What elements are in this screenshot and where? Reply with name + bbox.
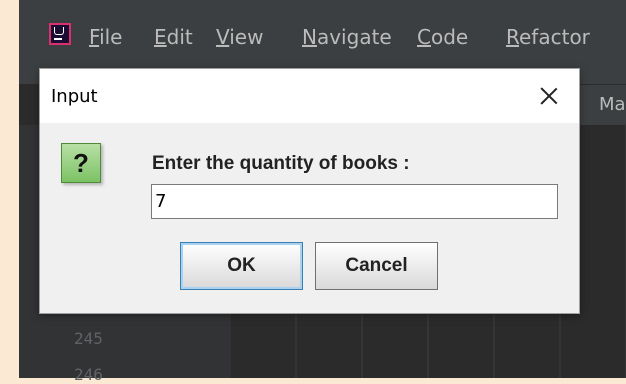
line-number: 246 bbox=[74, 365, 103, 384]
line-number: 245 bbox=[74, 329, 103, 348]
input-dialog: Input ? Enter the quantity of books : OK… bbox=[39, 68, 580, 314]
menu-code[interactable]: Code bbox=[417, 25, 468, 49]
close-icon[interactable] bbox=[531, 79, 567, 113]
dialog-title: Input bbox=[51, 86, 98, 107]
editor-tab-partial[interactable]: Mar bbox=[577, 85, 626, 125]
intellij-logo-icon[interactable] bbox=[49, 23, 71, 45]
dialog-titlebar: Input bbox=[40, 69, 579, 123]
prompt-label: Enter the quantity of books : bbox=[152, 153, 410, 174]
question-icon: ? bbox=[61, 143, 101, 183]
menu-edit[interactable]: Edit bbox=[154, 25, 193, 49]
ok-button[interactable]: OK bbox=[180, 242, 303, 290]
quantity-input[interactable] bbox=[151, 184, 558, 219]
menu-refactor[interactable]: Refactor bbox=[506, 25, 590, 49]
menu-navigate[interactable]: Navigate bbox=[302, 25, 392, 49]
cancel-button[interactable]: Cancel bbox=[315, 242, 438, 290]
menu-view[interactable]: View bbox=[216, 25, 263, 49]
menu-file[interactable]: File bbox=[89, 25, 122, 49]
